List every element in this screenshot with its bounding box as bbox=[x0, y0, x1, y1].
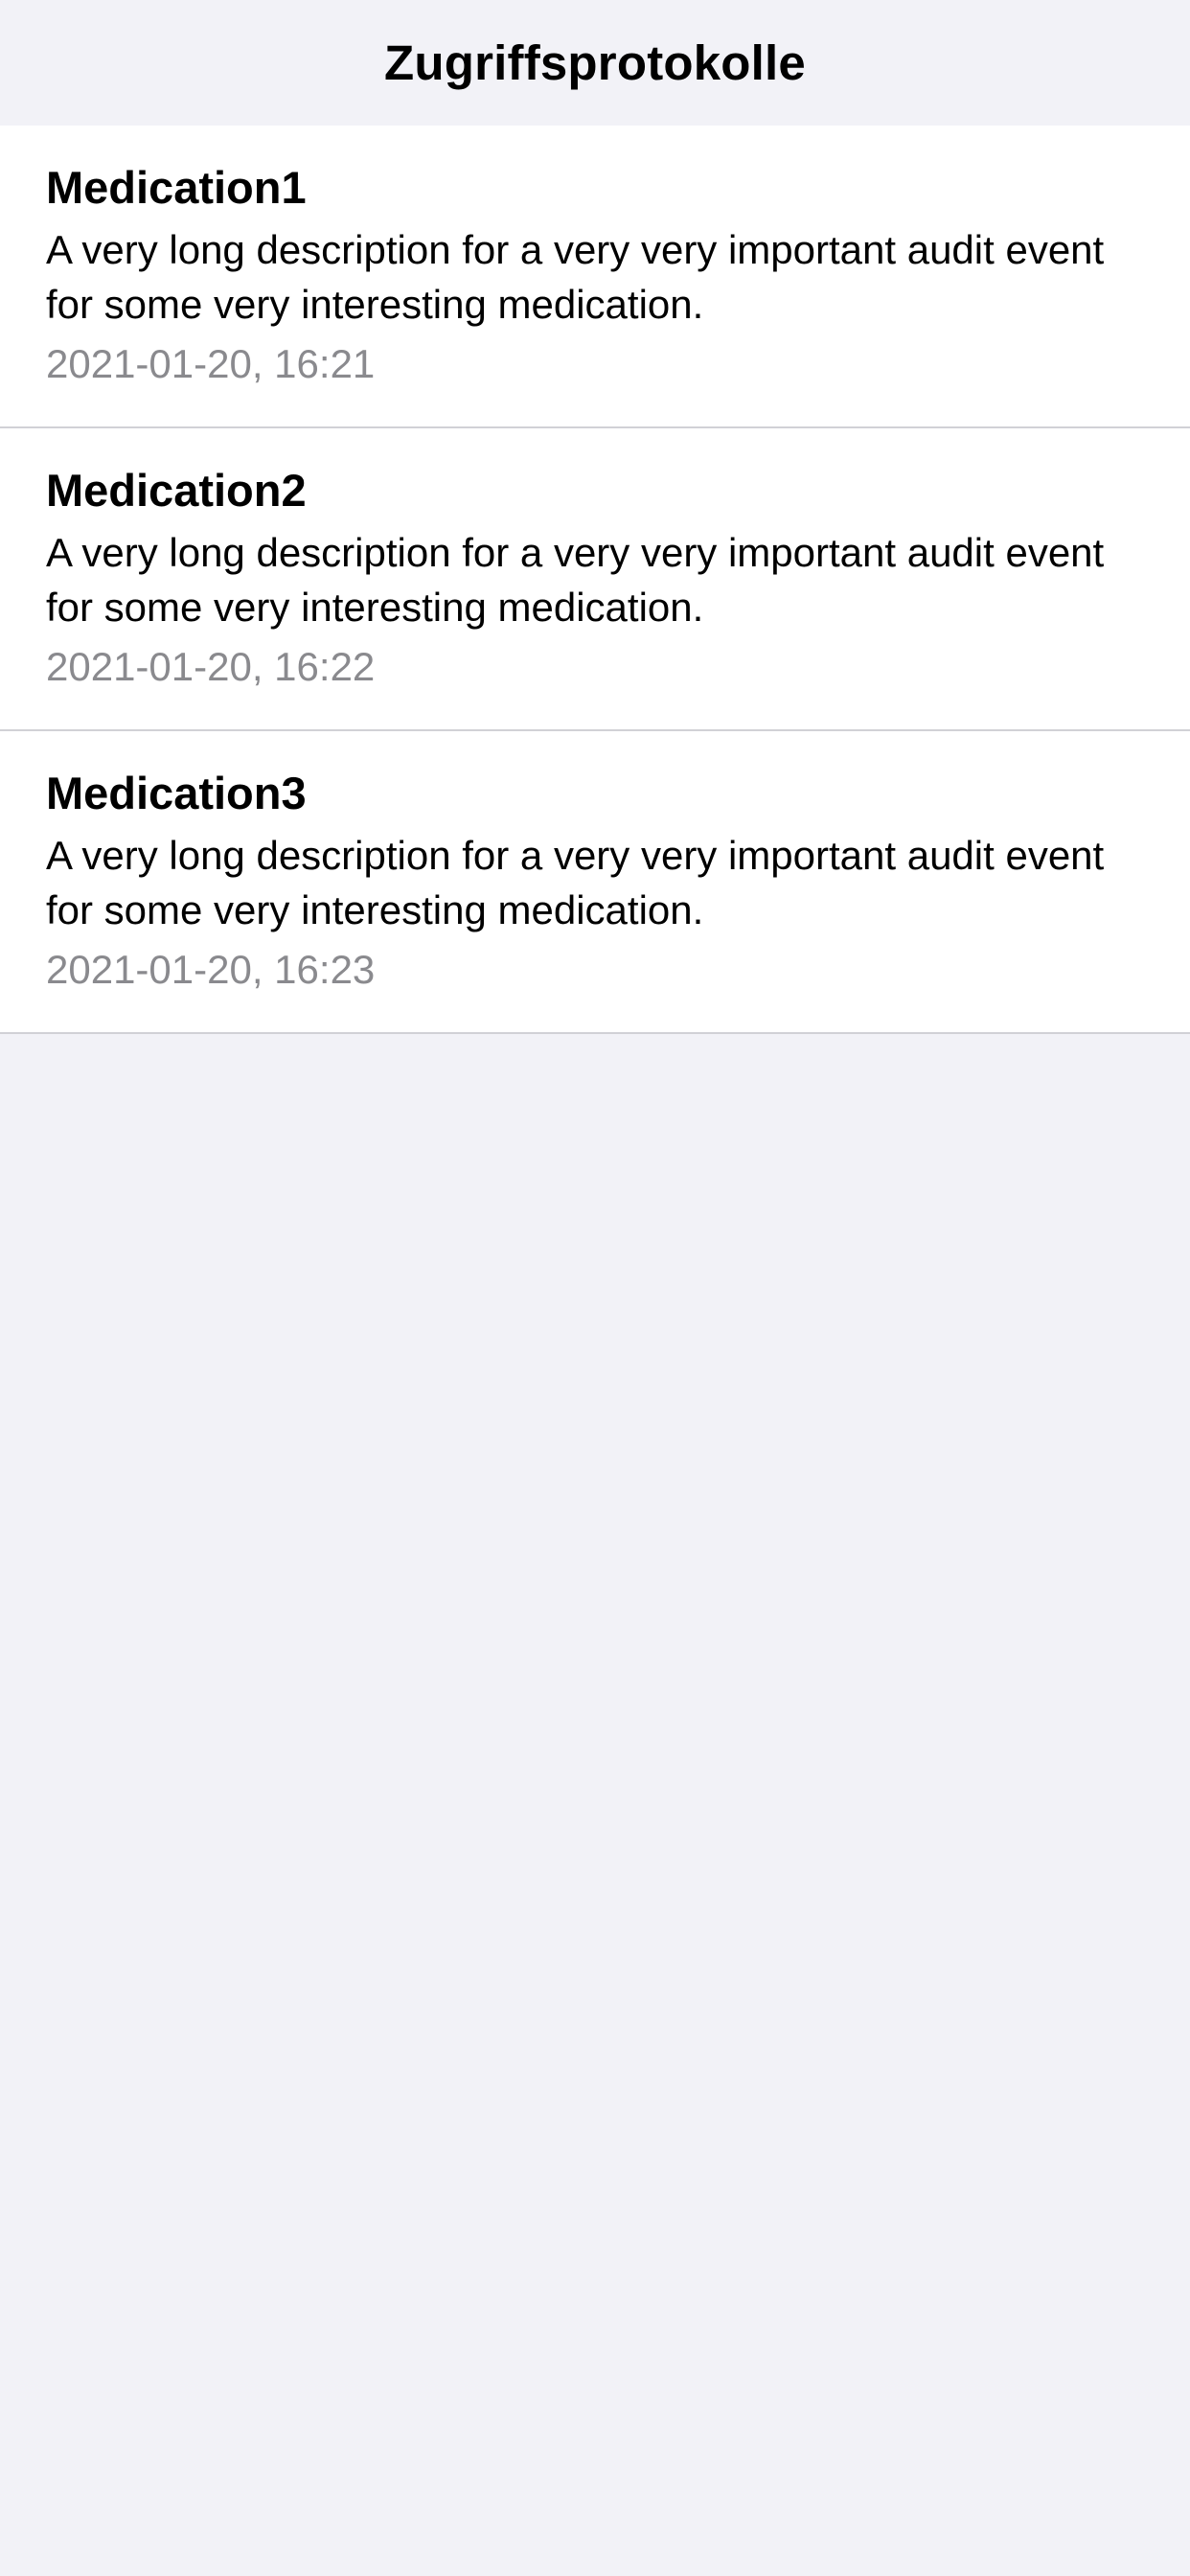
entry-description: A very long description for a very very … bbox=[46, 530, 1105, 630]
entry-timestamp: 2021-01-20, 16:21 bbox=[46, 341, 376, 386]
page-title: Zugriffsprotokolle bbox=[384, 35, 806, 90]
list-item[interactable]: Medication3 A very long description for … bbox=[0, 731, 1190, 1034]
entry-title: Medication3 bbox=[46, 768, 307, 818]
list-item[interactable]: Medication1 A very long description for … bbox=[0, 126, 1190, 428]
entry-timestamp: 2021-01-20, 16:22 bbox=[46, 644, 376, 689]
audit-event-list: Medication1 A very long description for … bbox=[0, 126, 1190, 1034]
list-item[interactable]: Medication2 A very long description for … bbox=[0, 428, 1190, 731]
navigation-bar: Zugriffsprotokolle bbox=[0, 0, 1190, 126]
entry-title: Medication1 bbox=[46, 162, 307, 213]
entry-title: Medication2 bbox=[46, 465, 307, 516]
entry-description: A very long description for a very very … bbox=[46, 227, 1105, 327]
entry-description: A very long description for a very very … bbox=[46, 833, 1105, 932]
entry-timestamp: 2021-01-20, 16:23 bbox=[46, 947, 376, 992]
